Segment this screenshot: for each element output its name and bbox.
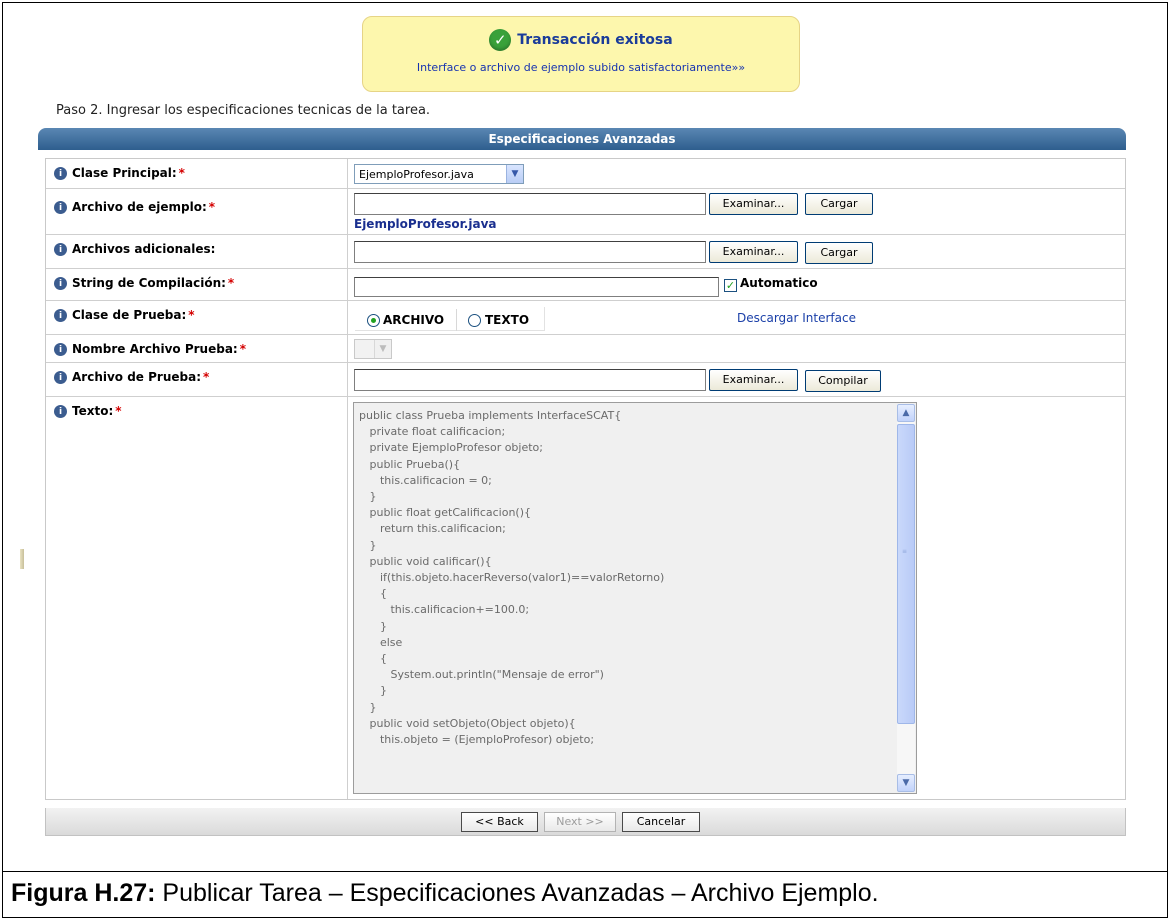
compile-string-input[interactable] <box>354 277 719 297</box>
specs-form: i Clase Principal: * EjemploProfesor.java… <box>45 158 1126 800</box>
field-label: Archivo de Prueba: * <box>72 370 210 384</box>
advanced-specs-panel: Especificaciones Avanzadas i Clase Princ… <box>38 128 1126 838</box>
figure-caption: Figura H.27: Publicar Tarea – Especifica… <box>2 871 1168 918</box>
row-texto: i Texto: * public class Prueba implements… <box>46 397 1125 799</box>
archivo-prueba-input[interactable] <box>354 369 706 391</box>
row-string-compilacion: i String de Compilación: * ✓ Automatico <box>46 269 1125 301</box>
field-label: Archivos adicionales: <box>72 242 216 256</box>
scroll-thumb[interactable] <box>897 424 915 724</box>
code-text: public class Prueba implements Interface… <box>359 409 665 747</box>
upload-button[interactable]: Cargar <box>805 242 873 264</box>
clase-principal-select[interactable]: EjemploProfesor.java ▼ <box>354 164 524 184</box>
info-icon[interactable]: i <box>54 167 67 180</box>
row-archivos-adicionales: i Archivos adicionales: Examinar... Carg… <box>46 235 1125 269</box>
notification-title: Transacción exitosa <box>517 32 673 48</box>
row-nombre-archivo-prueba: i Nombre Archivo Prueba: * ▼ <box>46 335 1125 363</box>
field-label: Nombre Archivo Prueba: * <box>72 342 246 356</box>
browse-button[interactable]: Examinar... <box>709 241 798 263</box>
info-icon[interactable]: i <box>54 405 67 418</box>
upload-button[interactable]: Cargar <box>805 193 873 215</box>
wizard-footer: << Back Next >> Cancelar <box>45 808 1126 836</box>
info-icon[interactable]: i <box>54 371 67 384</box>
step-instruction: Paso 2. Ingresar los especificaciones te… <box>56 103 431 118</box>
radio-texto-label: TEXTO <box>485 313 530 327</box>
success-notification: ✓ Transacción exitosa Interface o archiv… <box>362 16 800 92</box>
radio-texto[interactable] <box>468 314 481 327</box>
back-button[interactable]: << Back <box>461 812 538 832</box>
radio-archivo[interactable] <box>367 314 380 327</box>
chevron-down-icon: ▼ <box>374 340 391 358</box>
side-marker <box>20 549 24 569</box>
info-icon[interactable]: i <box>54 277 67 290</box>
nombre-archivo-prueba-select[interactable]: ▼ <box>354 339 392 359</box>
row-archivo-prueba: i Archivo de Prueba: * Examinar... Compil… <box>46 363 1125 397</box>
panel-title: Especificaciones Avanzadas <box>38 128 1126 150</box>
radio-archivo-label: ARCHIVO <box>383 313 445 327</box>
row-clase-principal: i Clase Principal: * EjemploProfesor.java… <box>46 159 1125 189</box>
vertical-scrollbar[interactable]: ▲ ≡ ▼ <box>897 404 915 792</box>
automatico-checkbox[interactable]: ✓ <box>724 279 737 292</box>
row-archivo-ejemplo: i Archivo de ejemplo: * Examinar... Carga… <box>46 189 1125 235</box>
scroll-up-icon[interactable]: ▲ <box>897 404 915 422</box>
archivo-ejemplo-input[interactable] <box>354 193 706 215</box>
info-icon[interactable]: i <box>54 309 67 322</box>
cancel-button[interactable]: Cancelar <box>622 812 700 832</box>
uploaded-file-link[interactable]: EjemploProfesor.java <box>354 217 497 231</box>
caption-text: Publicar Tarea – Especificaciones Avanza… <box>155 879 879 907</box>
info-icon[interactable]: i <box>54 201 67 214</box>
radio-divider <box>456 309 457 331</box>
field-label: Clase de Prueba: * <box>72 308 195 322</box>
field-label: Archivo de ejemplo: * <box>72 200 216 214</box>
scroll-down-icon[interactable]: ▼ <box>897 774 915 792</box>
row-clase-prueba: i Clase de Prueba: * ARCHIVO TEXTO Descar… <box>46 301 1125 335</box>
grip-icon: ≡ <box>902 548 908 555</box>
next-button[interactable]: Next >> <box>544 812 616 832</box>
field-label: String de Compilación: * <box>72 276 235 290</box>
caption-label: Figura H.27: <box>11 879 156 907</box>
check-icon: ✓ <box>489 29 512 51</box>
compile-button[interactable]: Compilar <box>805 370 881 392</box>
info-icon[interactable]: i <box>54 243 67 256</box>
archivos-adicionales-input[interactable] <box>354 241 706 263</box>
notification-message[interactable]: Interface o archivo de ejemplo subido sa… <box>363 61 799 74</box>
chevron-down-icon: ▼ <box>506 165 523 183</box>
download-interface-link[interactable]: Descargar Interface <box>737 311 856 325</box>
test-code-textarea[interactable]: public class Prueba implements Interface… <box>353 402 917 794</box>
browse-button[interactable]: Examinar... <box>709 193 798 215</box>
field-label: Clase Principal: * <box>72 166 185 180</box>
browse-button[interactable]: Examinar... <box>709 369 798 391</box>
field-label: Texto: * <box>72 404 122 418</box>
automatico-label: Automatico <box>740 276 818 290</box>
info-icon[interactable]: i <box>54 343 67 356</box>
